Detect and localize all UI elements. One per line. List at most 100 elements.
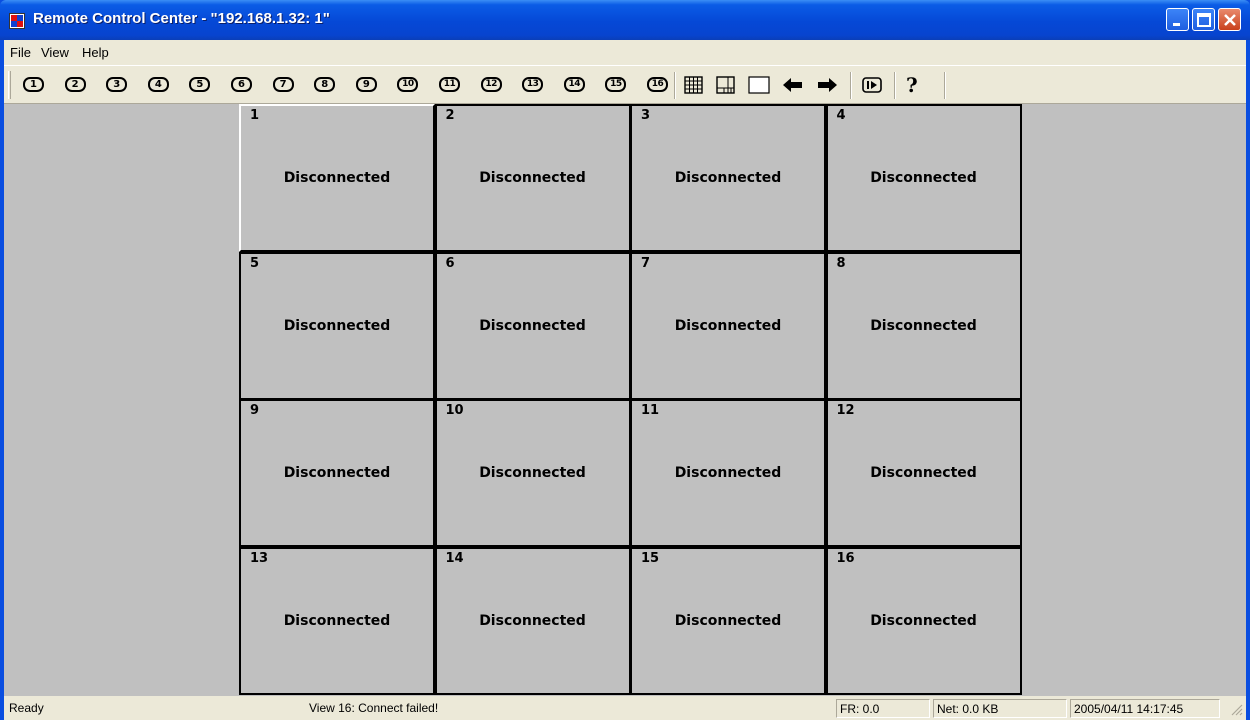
view-cell-5[interactable]: 5 Disconnected — [239, 251, 435, 400]
view-cell-16[interactable]: 16 Disconnected — [825, 546, 1022, 695]
view-cell-status: Disconnected — [479, 170, 586, 186]
view-cell-number: 4 — [836, 108, 846, 123]
channel-button-10[interactable]: 10 — [397, 77, 419, 92]
channel-button-11[interactable]: 11 — [439, 77, 460, 92]
status-network: Net: 0.0 KB — [933, 699, 1067, 718]
toolbar: 1 2 3 4 5 6 7 8 9 10 11 12 13 14 15 16 ? — [4, 65, 1246, 104]
close-button[interactable] — [1218, 8, 1241, 31]
view-cell-number: 12 — [836, 403, 855, 418]
view-cell-12[interactable]: 12 Disconnected — [825, 399, 1022, 547]
view-workspace: 1 Disconnected 2 Disconnected 3 Disconnected 4… — [4, 104, 1246, 696]
status-ready: Ready — [9, 701, 44, 715]
channel-button-6[interactable]: 6 — [231, 77, 252, 92]
layout-custom-icon[interactable] — [714, 73, 738, 97]
status-datetime: 2005/04/11 14:17:45 — [1070, 699, 1220, 718]
view-cell-15[interactable]: 15 Disconnected — [630, 546, 826, 695]
maximize-button[interactable] — [1192, 8, 1215, 31]
toolbar-separator — [894, 72, 896, 99]
view-cell-number: 3 — [641, 108, 651, 123]
view-cell-number: 9 — [250, 403, 260, 418]
channel-button-1[interactable]: 1 — [23, 77, 44, 92]
view-cell-number: 7 — [641, 255, 651, 271]
view-cell-6[interactable]: 6 Disconnected — [434, 251, 631, 400]
channel-button-14[interactable]: 14 — [563, 77, 585, 92]
help-icon[interactable]: ? — [906, 73, 918, 97]
channel-button-9[interactable]: 9 — [355, 77, 377, 92]
view-cell-14[interactable]: 14 Disconnected — [434, 546, 631, 695]
menu-view[interactable]: View — [41, 45, 69, 60]
view-cell-status: Disconnected — [870, 465, 977, 481]
minimize-icon — [1173, 23, 1180, 26]
view-cell-number: 1 — [250, 108, 260, 123]
view-cell-number: 15 — [641, 550, 660, 566]
resize-grip-icon[interactable] — [1229, 702, 1243, 716]
view-cell-status: Disconnected — [479, 317, 586, 334]
view-cell-status: Disconnected — [283, 465, 391, 481]
view-cell-status: Disconnected — [674, 465, 782, 481]
status-frame-rate: FR: 0.0 — [836, 699, 930, 718]
app-icon[interactable] — [9, 13, 25, 29]
camera-grid: 1 Disconnected 2 Disconnected 3 Disconnected 4… — [239, 104, 1022, 696]
close-icon — [1224, 14, 1236, 26]
view-cell-number: 14 — [445, 550, 464, 566]
menu-bar: File View Help — [4, 40, 1246, 65]
channel-button-15[interactable]: 15 — [605, 77, 627, 92]
channel-button-5[interactable]: 5 — [189, 77, 211, 92]
toolbar-separator — [944, 72, 946, 99]
menu-file[interactable]: File — [10, 45, 31, 60]
view-cell-8[interactable]: 8 Disconnected — [825, 251, 1022, 400]
view-cell-number: 2 — [445, 108, 455, 123]
view-cell-1[interactable]: 1 Disconnected — [239, 104, 435, 252]
view-cell-number: 8 — [836, 255, 846, 271]
channel-button-7[interactable]: 7 — [272, 77, 294, 92]
view-cell-number: 16 — [836, 550, 855, 566]
arrow-left-icon[interactable] — [780, 73, 806, 97]
minimize-button[interactable] — [1166, 8, 1189, 31]
view-cell-9[interactable]: 9 Disconnected — [239, 399, 435, 547]
view-cell-7[interactable]: 7 Disconnected — [630, 251, 826, 400]
status-bar: Ready View 16: Connect failed! FR: 0.0 N… — [4, 696, 1246, 720]
view-cell-status: Disconnected — [674, 317, 782, 334]
view-cell-3[interactable]: 3 Disconnected — [630, 104, 826, 252]
window-title: Remote Control Center - "192.168.1.32: 1… — [33, 10, 330, 27]
view-cell-status: Disconnected — [479, 465, 586, 481]
view-cell-status: Disconnected — [870, 317, 977, 334]
view-cell-status: Disconnected — [674, 170, 782, 186]
channel-button-4[interactable]: 4 — [147, 77, 169, 92]
channel-button-2[interactable]: 2 — [64, 77, 86, 92]
view-cell-number: 5 — [250, 255, 260, 271]
title-bar[interactable]: Remote Control Center - "192.168.1.32: 1… — [0, 0, 1250, 40]
view-cell-13[interactable]: 13 Disconnected — [239, 546, 435, 695]
channel-button-13[interactable]: 13 — [522, 77, 544, 92]
arrow-right-icon[interactable] — [814, 73, 840, 97]
menu-help[interactable]: Help — [82, 45, 109, 60]
view-cell-status: Disconnected — [283, 612, 391, 629]
toolbar-grip[interactable] — [8, 71, 11, 99]
view-cell-status: Disconnected — [870, 170, 977, 186]
channel-button-16[interactable]: 16 — [647, 77, 668, 92]
view-cell-status: Disconnected — [674, 612, 782, 629]
status-message: View 16: Connect failed! — [309, 701, 439, 715]
single-view-icon[interactable] — [746, 73, 772, 97]
channel-button-3[interactable]: 3 — [106, 77, 128, 92]
grid-16-icon[interactable] — [682, 73, 706, 97]
client-area: File View Help 1 2 3 4 5 6 7 8 9 10 11 12 13 14 15 16 — [4, 40, 1246, 720]
maximize-icon — [1197, 13, 1211, 27]
view-cell-status: Disconnected — [870, 612, 977, 629]
channel-button-12[interactable]: 12 — [480, 77, 502, 92]
view-cell-4[interactable]: 4 Disconnected — [825, 104, 1022, 252]
view-cell-status: Disconnected — [479, 612, 586, 629]
view-cell-2[interactable]: 2 Disconnected — [434, 104, 631, 252]
play-sequence-icon[interactable] — [859, 73, 885, 97]
view-cell-11[interactable]: 11 Disconnected — [630, 399, 826, 547]
view-cell-number: 6 — [445, 255, 455, 271]
view-cell-number: 10 — [445, 403, 464, 418]
view-cell-10[interactable]: 10 Disconnected — [434, 399, 631, 547]
view-cell-number: 11 — [641, 403, 660, 418]
toolbar-separator — [850, 72, 852, 99]
toolbar-separator — [674, 72, 676, 99]
view-cell-status: Disconnected — [283, 317, 391, 334]
view-cell-number: 13 — [250, 550, 269, 566]
channel-button-8[interactable]: 8 — [314, 77, 336, 92]
app-window: Remote Control Center - "192.168.1.32: 1… — [0, 0, 1250, 720]
